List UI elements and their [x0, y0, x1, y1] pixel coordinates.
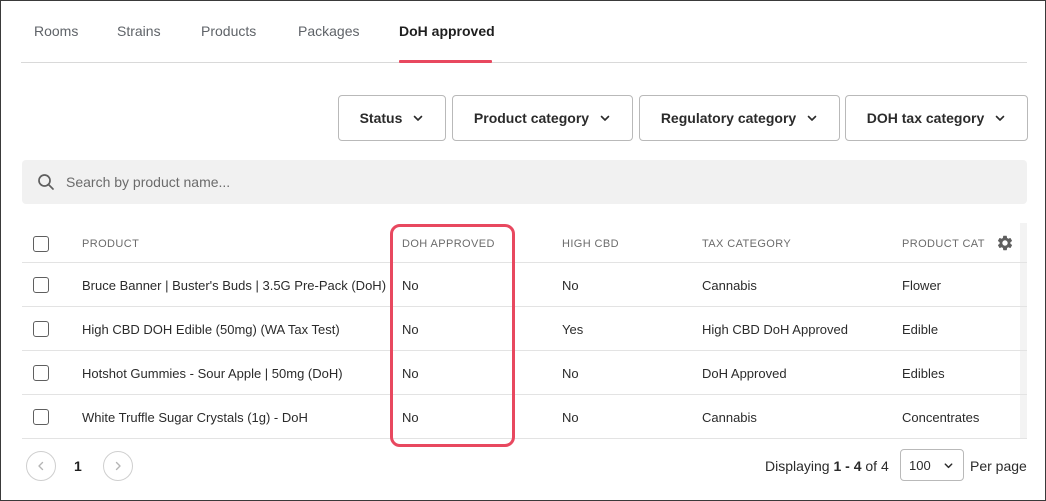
- chevron-down-icon: [944, 462, 953, 468]
- product-name-cell[interactable]: High CBD DOH Edible (50mg) (WA Tax Test): [82, 322, 340, 337]
- chevron-down-icon: [414, 115, 423, 121]
- table-row[interactable]: White Truffle Sugar Crystals (1g) - DoH …: [22, 395, 1027, 439]
- doh-approved-cell: No: [402, 366, 419, 381]
- regulatory-category-filter-label: Regulatory category: [660, 110, 797, 126]
- status-filter-label: Status: [359, 110, 403, 126]
- chevron-down-icon: [600, 115, 610, 121]
- doh-approved-cell: No: [402, 322, 419, 337]
- displaying-prefix: Displaying: [765, 458, 834, 474]
- chevron-left-icon: [38, 461, 44, 471]
- tab-packages[interactable]: Packages: [298, 23, 359, 39]
- table-row[interactable]: Hotshot Gummies - Sour Apple | 50mg (DoH…: [22, 351, 1027, 395]
- app-frame: Rooms Strains Products Packages DoH appr…: [0, 0, 1046, 501]
- tab-products[interactable]: Products: [201, 23, 256, 39]
- tax-category-cell: DoH Approved: [702, 366, 787, 381]
- product-category-filter-label: Product category: [473, 110, 590, 126]
- product-category-cell: Edible: [902, 322, 939, 337]
- column-header-high-cbd[interactable]: HIGH CBD: [562, 238, 619, 250]
- high-cbd-cell: No: [562, 366, 579, 381]
- row-checkbox[interactable]: [33, 321, 49, 337]
- doh-tax-category-filter-button[interactable]: DOH tax category: [845, 95, 1028, 141]
- table-row[interactable]: High CBD DOH Edible (50mg) (WA Tax Test)…: [22, 307, 1027, 351]
- doh-tax-category-filter-label: DOH tax category: [866, 110, 985, 126]
- column-header-tax-category[interactable]: TAX CATEGORY: [702, 238, 791, 250]
- row-checkbox[interactable]: [33, 365, 49, 381]
- select-all-checkbox[interactable]: [33, 236, 49, 252]
- search-bar: [22, 160, 1027, 204]
- search-input[interactable]: [66, 160, 1006, 204]
- tax-category-cell: Cannabis: [702, 278, 757, 293]
- table-row[interactable]: Bruce Banner | Buster's Buds | 3.5G Pre-…: [22, 263, 1027, 307]
- previous-page-button[interactable]: [26, 451, 56, 481]
- products-table: PRODUCT DOH APPROVED HIGH CBD TAX CATEGO…: [22, 223, 1027, 439]
- status-filter-button[interactable]: Status: [338, 95, 446, 141]
- product-category-filter-button[interactable]: Product category: [452, 95, 633, 141]
- chevron-right-icon: [115, 461, 121, 471]
- column-header-product-category[interactable]: PRODUCT CAT: [902, 238, 985, 250]
- per-page-value: 100: [909, 457, 931, 473]
- tab-doh-approved[interactable]: DoH approved: [399, 23, 495, 39]
- product-name-cell[interactable]: White Truffle Sugar Crystals (1g) - DoH: [82, 410, 308, 425]
- tab-rooms[interactable]: Rooms: [34, 23, 78, 39]
- product-category-cell: Edibles: [902, 366, 945, 381]
- high-cbd-cell: Yes: [562, 322, 584, 337]
- chevron-down-icon: [995, 115, 1005, 121]
- doh-approved-cell: No: [402, 278, 419, 293]
- doh-approved-cell: No: [402, 410, 419, 425]
- tax-category-cell: Cannabis: [702, 410, 757, 425]
- product-name-cell[interactable]: Bruce Banner | Buster's Buds | 3.5G Pre-…: [82, 278, 386, 293]
- gear-icon[interactable]: [996, 234, 1014, 252]
- product-category-cell: Flower: [902, 278, 942, 293]
- chevron-down-icon: [807, 115, 817, 121]
- tab-bar: Rooms Strains Products Packages DoH appr…: [21, 1, 1027, 63]
- displaying-range: 1 - 4: [833, 458, 862, 474]
- current-page-number[interactable]: 1: [74, 458, 82, 474]
- table-header: PRODUCT DOH APPROVED HIGH CBD TAX CATEGO…: [22, 223, 1027, 263]
- per-page-select[interactable]: 100: [900, 449, 964, 481]
- column-header-product[interactable]: PRODUCT: [82, 238, 139, 250]
- displaying-count: Displaying 1 - 4 of 4: [765, 458, 889, 474]
- next-page-button[interactable]: [103, 451, 133, 481]
- product-category-cell: Concentrates: [902, 410, 980, 425]
- high-cbd-cell: No: [562, 278, 579, 293]
- regulatory-category-filter-button[interactable]: Regulatory category: [639, 95, 840, 141]
- tax-category-cell: High CBD DoH Approved: [702, 322, 848, 337]
- per-page-label: Per page: [970, 458, 1027, 474]
- row-checkbox[interactable]: [33, 277, 49, 293]
- displaying-total: of 4: [861, 458, 889, 474]
- search-icon: [38, 174, 54, 190]
- column-header-doh-approved[interactable]: DOH APPROVED: [402, 238, 495, 250]
- row-checkbox[interactable]: [33, 409, 49, 425]
- tab-strains[interactable]: Strains: [117, 23, 161, 39]
- high-cbd-cell: No: [562, 410, 579, 425]
- active-tab-indicator: [399, 60, 492, 63]
- product-name-cell[interactable]: Hotshot Gummies - Sour Apple | 50mg (DoH…: [82, 366, 343, 381]
